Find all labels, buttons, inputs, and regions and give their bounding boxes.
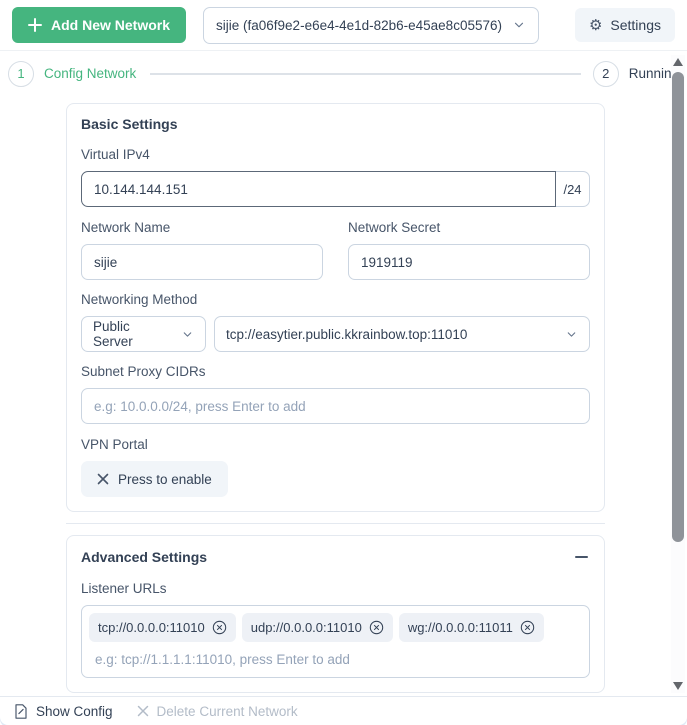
step2-circle: 2 <box>592 60 619 87</box>
remove-chip-icon[interactable] <box>369 620 384 635</box>
settings-button[interactable]: ⚙ Settings <box>574 8 675 42</box>
network-secret-label: Network Secret <box>348 220 441 235</box>
x-icon <box>137 705 149 717</box>
listener-url-chip-label: tcp://0.0.0.0:11010 <box>98 620 205 635</box>
virtual-ipv4-group: /24 <box>81 171 590 207</box>
networking-method-label: Networking Method <box>81 292 198 307</box>
listener-url-chips: tcp://0.0.0.0:11010 udp://0.0.0.0:11010 … <box>89 613 582 642</box>
vertical-scrollbar[interactable] <box>671 55 685 693</box>
virtual-ipv4-input[interactable] <box>81 171 556 207</box>
step-connector-line <box>150 72 581 75</box>
delete-current-network-button[interactable]: Delete Current Network <box>137 704 298 719</box>
network-select-value: sijie (fa06f9e2-e6e4-4e1d-82b6-e45ae8c05… <box>216 17 502 33</box>
basic-settings-title: Basic Settings <box>81 116 178 132</box>
scrollbar-thumb[interactable] <box>672 72 684 542</box>
chevron-down-icon <box>181 328 194 341</box>
scroll-up-arrow-icon[interactable] <box>673 58 683 66</box>
listener-urls-label: Listener URLs <box>81 581 167 596</box>
x-icon <box>97 473 109 485</box>
basic-settings-card: Basic Settings Virtual IPv4 /24 Network … <box>66 103 605 512</box>
plus-icon <box>28 18 42 32</box>
step-running: 2 Running <box>592 60 679 87</box>
subnet-proxy-label: Subnet Proxy CIDRs <box>81 364 206 379</box>
network-select[interactable]: sijie (fa06f9e2-e6e4-4e1d-82b6-e45ae8c05… <box>203 6 540 44</box>
vpn-portal-enable-button[interactable]: Press to enable <box>81 461 228 497</box>
vpn-portal-enable-label: Press to enable <box>118 471 212 487</box>
listener-url-chip-label: udp://0.0.0.0:11010 <box>250 620 362 635</box>
settings-label: Settings <box>610 17 661 33</box>
listener-urls-placeholder: e.g: tcp://1.1.1.1:11010, press Enter to… <box>95 652 350 667</box>
listener-url-chip-label: wg://0.0.0.0:11011 <box>407 620 513 635</box>
add-new-network-button[interactable]: Add New Network <box>12 7 187 43</box>
scroll-down-arrow-icon[interactable] <box>673 682 683 690</box>
network-name-input[interactable] <box>81 244 323 280</box>
card-divider <box>66 523 605 524</box>
show-config-button[interactable]: Show Config <box>14 704 113 719</box>
step-config-network: 1 Config Network <box>8 60 137 87</box>
advanced-settings-title: Advanced Settings <box>81 549 208 565</box>
listener-url-chip: udp://0.0.0.0:11010 <box>241 613 393 642</box>
listener-url-chip: wg://0.0.0.0:11011 <box>398 613 544 642</box>
networking-method-select[interactable]: Public Server <box>81 316 206 352</box>
server-url-value: tcp://easytier.public.kkrainbow.top:1101… <box>226 326 468 342</box>
remove-chip-icon[interactable] <box>212 620 227 635</box>
delete-current-network-label: Delete Current Network <box>156 703 298 719</box>
wizard-steps: 1 Config Network 2 Running <box>0 51 687 87</box>
add-new-network-label: Add New Network <box>51 17 171 33</box>
step1-label: Config Network <box>44 66 137 81</box>
chevron-down-icon <box>512 18 526 32</box>
network-name-label: Network Name <box>81 220 171 235</box>
vpn-portal-label: VPN Portal <box>81 437 148 452</box>
top-toolbar: Add New Network sijie (fa06f9e2-e6e4-4e1… <box>0 0 687 51</box>
listener-urls-input-box[interactable]: tcp://0.0.0.0:11010 udp://0.0.0.0:11010 … <box>81 605 590 678</box>
remove-chip-icon[interactable] <box>520 620 535 635</box>
listener-url-chip: tcp://0.0.0.0:11010 <box>89 613 236 642</box>
subnet-proxy-input[interactable] <box>81 388 590 424</box>
step1-circle: 1 <box>8 60 34 87</box>
config-form: Basic Settings Virtual IPv4 /24 Network … <box>66 103 605 693</box>
virtual-ipv4-label: Virtual IPv4 <box>81 147 150 162</box>
bottom-toolbar: Show Config Delete Current Network <box>0 696 687 725</box>
server-url-select[interactable]: tcp://easytier.public.kkrainbow.top:1101… <box>214 316 590 352</box>
advanced-settings-card: Advanced Settings Listener URLs tcp://0.… <box>66 535 605 693</box>
collapse-minus-icon[interactable] <box>572 548 590 566</box>
network-secret-input[interactable] <box>348 244 590 280</box>
networking-method-value: Public Server <box>93 319 133 349</box>
file-config-icon <box>14 703 28 719</box>
chevron-down-icon <box>565 328 578 341</box>
gear-icon: ⚙ <box>588 15 603 34</box>
virtual-ipv4-suffix: /24 <box>556 171 590 207</box>
show-config-label: Show Config <box>36 703 113 719</box>
